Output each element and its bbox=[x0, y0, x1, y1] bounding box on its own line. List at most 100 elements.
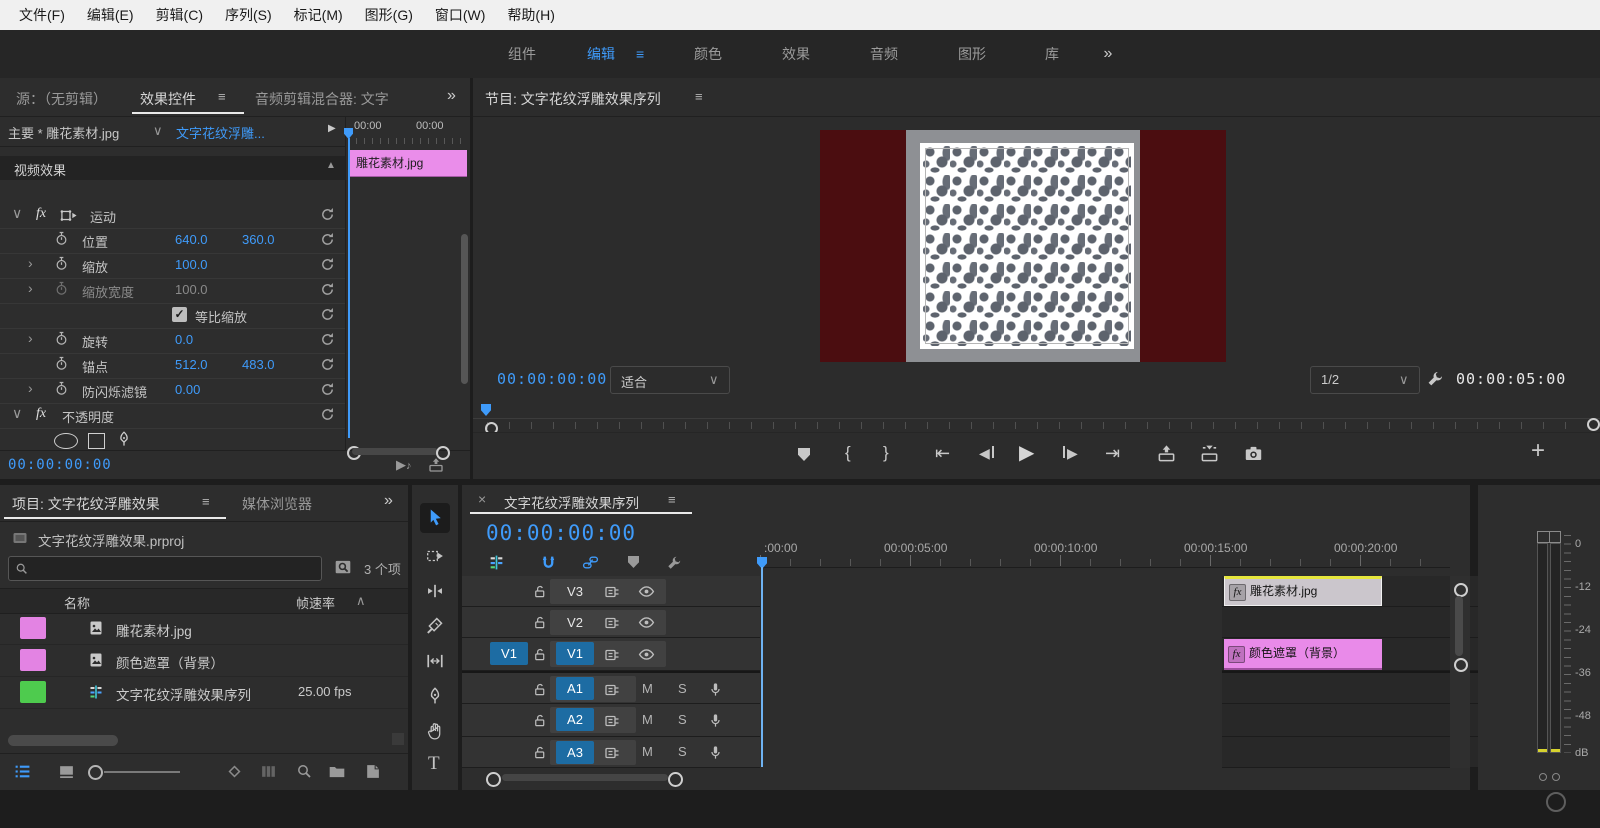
ripple-edit-tool-icon[interactable] bbox=[426, 582, 444, 600]
find-bin-icon[interactable] bbox=[296, 763, 312, 779]
label-color-chip[interactable] bbox=[20, 617, 46, 639]
seekbar-right-handle[interactable] bbox=[1587, 418, 1600, 431]
timeline-add-marker-icon[interactable] bbox=[628, 556, 639, 568]
mark-in-button[interactable]: { bbox=[845, 443, 851, 463]
target-track-v2[interactable]: V2 bbox=[556, 611, 594, 634]
source-patch-icon[interactable] bbox=[604, 713, 620, 729]
mini-playhead-line[interactable] bbox=[348, 138, 350, 438]
slip-tool-icon[interactable] bbox=[426, 652, 444, 670]
selection-tool-active-bg[interactable] bbox=[420, 503, 450, 533]
param-value[interactable]: 100.0 bbox=[175, 257, 208, 272]
param-value-x[interactable]: 640.0 bbox=[175, 232, 208, 247]
track-select-tool-icon[interactable] bbox=[426, 547, 444, 565]
close-tab-icon[interactable]: × bbox=[478, 491, 486, 507]
project-panel-menu-icon[interactable]: ≡ bbox=[202, 494, 210, 509]
hscroll-left-handle[interactable] bbox=[486, 772, 501, 787]
hand-tool-icon[interactable] bbox=[426, 722, 444, 740]
mini-hscroll-bar[interactable] bbox=[352, 448, 438, 455]
workspace-tab-effects[interactable]: 效果 bbox=[752, 44, 840, 64]
panel-overflow-icon[interactable]: » bbox=[384, 492, 393, 510]
timeline-timecode[interactable]: 00:00:00:00 bbox=[486, 521, 636, 545]
tab-effect-controls[interactable]: 效果控件 bbox=[140, 89, 196, 109]
mute-button[interactable]: M bbox=[642, 712, 653, 727]
menu-file[interactable]: 文件(F) bbox=[8, 5, 76, 25]
pen-tool-icon[interactable] bbox=[426, 687, 444, 705]
workspace-tab-editing[interactable]: 编辑 bbox=[566, 44, 636, 64]
effect-name[interactable]: 不透明度 bbox=[62, 407, 114, 426]
timeline-ruler[interactable]: :00:00 00:00:05:00 00:00:10:00 00:00:15:… bbox=[760, 529, 1450, 568]
effect-controls-panel-menu-icon[interactable]: ≡ bbox=[218, 89, 226, 104]
timeline-panel-menu-icon[interactable]: ≡ bbox=[668, 492, 676, 507]
mute-button[interactable]: M bbox=[642, 744, 653, 759]
fx-motion-row[interactable]: ∨ fx 运动 bbox=[0, 203, 345, 229]
add-marker-button[interactable] bbox=[798, 448, 810, 461]
vscroll-bottom-handle[interactable] bbox=[1454, 658, 1468, 672]
rect-mask-icon[interactable] bbox=[88, 433, 105, 449]
settings-wrench-icon[interactable] bbox=[1426, 370, 1444, 388]
source-patch-icon[interactable] bbox=[604, 682, 620, 698]
param-value-x[interactable]: 512.0 bbox=[175, 357, 208, 372]
vscroll-top-handle[interactable] bbox=[1454, 583, 1468, 597]
voiceover-mic-icon[interactable] bbox=[708, 713, 723, 728]
mini-vscrollbar[interactable] bbox=[461, 234, 468, 384]
automate-to-sequence-icon[interactable] bbox=[226, 763, 243, 780]
lock-icon[interactable] bbox=[532, 713, 547, 728]
tab-audio-clip-mixer[interactable]: 音频剪辑混合器: 文字 bbox=[255, 89, 437, 109]
program-playhead-marker[interactable] bbox=[481, 404, 491, 416]
tab-project[interactable]: 项目: 文字花纹浮雕效果 bbox=[12, 494, 160, 514]
type-tool-icon[interactable]: T bbox=[428, 753, 440, 775]
workspace-tab-libraries[interactable]: 库 bbox=[1016, 44, 1088, 64]
ellipse-mask-icon[interactable] bbox=[54, 433, 78, 449]
workspace-tab-audio[interactable]: 音频 bbox=[840, 44, 928, 64]
sequence-expand-icon[interactable]: ▶ bbox=[328, 123, 336, 134]
workspace-overflow-icon[interactable]: » bbox=[1088, 45, 1128, 63]
menu-edit[interactable]: 编辑(E) bbox=[76, 5, 145, 25]
timeline-settings-wrench-icon[interactable] bbox=[666, 555, 682, 571]
find-icon[interactable] bbox=[334, 558, 352, 576]
menu-graphics[interactable]: 图形(G) bbox=[354, 5, 424, 25]
menu-marker[interactable]: 标记(M) bbox=[283, 5, 354, 25]
reset-icon[interactable] bbox=[320, 357, 335, 372]
menu-clip[interactable]: 剪辑(C) bbox=[145, 5, 214, 25]
meter-dot-left[interactable] bbox=[1539, 773, 1547, 781]
reset-icon[interactable] bbox=[320, 282, 335, 297]
solo-button[interactable]: S bbox=[678, 712, 687, 727]
timeline-playhead-line[interactable] bbox=[761, 567, 763, 767]
workspace-tab-graphics[interactable]: 图形 bbox=[928, 44, 1016, 64]
zoom-slider-handle[interactable] bbox=[88, 765, 103, 780]
target-track-a1[interactable]: A1 bbox=[556, 677, 594, 700]
reset-icon[interactable] bbox=[320, 382, 335, 397]
add-button[interactable]: + bbox=[1531, 437, 1545, 465]
play-audio-icon[interactable]: ▶♪ bbox=[396, 457, 412, 473]
program-timecode[interactable]: 00:00:00:00 bbox=[497, 370, 607, 388]
voiceover-mic-icon[interactable] bbox=[708, 682, 723, 697]
new-item-icon[interactable] bbox=[364, 763, 381, 780]
fit-dropdown[interactable]: 适合 ∨ bbox=[610, 366, 730, 394]
reset-icon[interactable] bbox=[320, 232, 335, 247]
label-color-chip[interactable] bbox=[20, 681, 46, 703]
stopwatch-icon[interactable] bbox=[54, 381, 69, 396]
panel-collapse-icon[interactable]: ▲ bbox=[326, 160, 336, 171]
hscroll-bar[interactable] bbox=[502, 774, 668, 781]
target-track-v1[interactable]: V1 bbox=[556, 642, 594, 665]
track-visibility-eye-icon[interactable] bbox=[638, 646, 655, 663]
lock-icon[interactable] bbox=[532, 745, 547, 760]
source-patch-icon[interactable] bbox=[604, 647, 620, 663]
step-back-button[interactable]: ◀ bbox=[979, 445, 994, 462]
expand-icon[interactable]: › bbox=[28, 330, 33, 346]
lift-button[interactable] bbox=[1157, 444, 1176, 463]
clip-v1[interactable]: fx颜色遮罩（背景） bbox=[1224, 639, 1382, 670]
project-hscrollbar[interactable] bbox=[8, 735, 118, 746]
master-clip-label[interactable]: 主要 * 雕花素材.jpg bbox=[8, 123, 119, 142]
param-value-y[interactable]: 483.0 bbox=[242, 357, 275, 372]
param-value-y[interactable]: 360.0 bbox=[242, 232, 275, 247]
track-visibility-eye-icon[interactable] bbox=[638, 614, 655, 631]
list-view-icon[interactable] bbox=[14, 763, 31, 780]
expand-icon[interactable]: › bbox=[28, 280, 33, 296]
menu-help[interactable]: 帮助(H) bbox=[496, 5, 565, 25]
menu-sequence[interactable]: 序列(S) bbox=[214, 5, 283, 25]
reset-icon[interactable] bbox=[320, 307, 335, 322]
tab-timeline-sequence[interactable]: 文字花纹浮雕效果序列 bbox=[504, 492, 639, 512]
lock-icon[interactable] bbox=[532, 584, 547, 599]
mini-clip-bar[interactable]: 雕花素材.jpg bbox=[350, 150, 467, 177]
